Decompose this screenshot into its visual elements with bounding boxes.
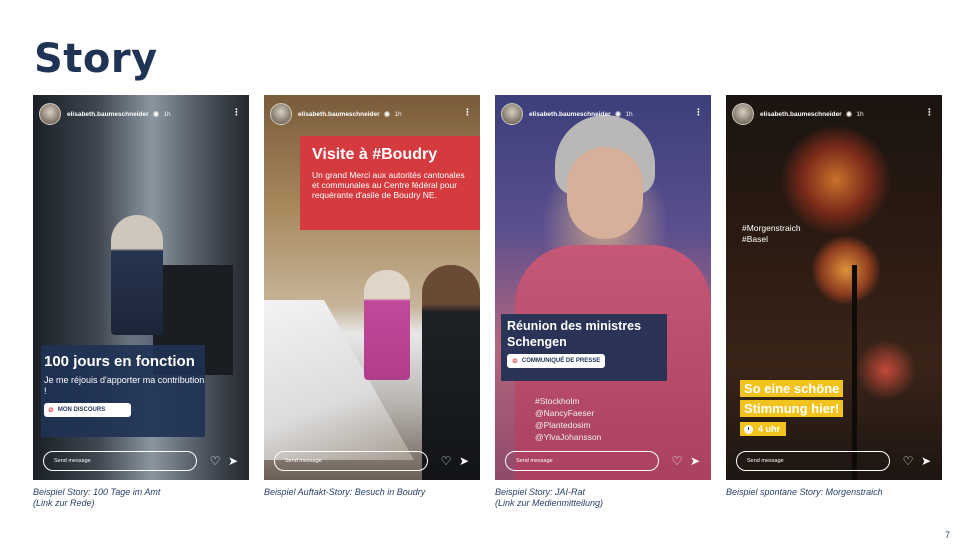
story-headline: So eine schöne Stimmung hier! (740, 380, 844, 417)
story-username[interactable]: elisabeth.baumeschneider (67, 111, 149, 118)
link-icon: ⊘ (48, 407, 54, 414)
verified-badge-icon: ✺ (152, 109, 160, 119)
send-icon[interactable]: ➤ (687, 454, 703, 468)
mention-nancyfaeser[interactable]: @NancyFaeser (535, 407, 601, 419)
hashtag-stockholm[interactable]: #Stockholm (535, 395, 601, 407)
page-title: Story (34, 36, 158, 82)
time-sticker: 4 uhr (740, 422, 787, 436)
link-sticker-label: MON DISCOURS (57, 407, 106, 413)
story-card-100-jours[interactable]: elisabeth.baumeschneider ✺ 1h ⋮ 100 jour… (33, 95, 249, 480)
story-tags: #Stockholm @NancyFaeser @Plantedosim @Yl… (535, 395, 601, 443)
lantern-pole (852, 265, 857, 480)
profile-avatar[interactable] (501, 103, 523, 125)
time-sticker-label: 4 uhr (758, 424, 781, 434)
more-options-icon[interactable]: ⋮ (694, 107, 703, 118)
heart-icon[interactable]: ♡ (669, 454, 685, 468)
story-headline: Visite à #Boudry (312, 146, 438, 163)
story-header: elisabeth.baumeschneider ✺ 1h ⋮ (270, 103, 474, 125)
send-message-placeholder: Send message (285, 458, 322, 464)
story-text-box: Réunion des ministres Schengen ⊘ COMMUNI… (501, 314, 667, 381)
verified-badge-icon: ✺ (614, 109, 622, 119)
story-reply-bar: Send message ♡ ➤ (274, 450, 472, 472)
send-icon[interactable]: ➤ (456, 454, 472, 468)
story-text-box: Visite à #Boudry Un grand Merci aux auto… (300, 136, 480, 230)
more-options-icon[interactable]: ⋮ (925, 107, 934, 118)
story-username[interactable]: elisabeth.baumeschneider (529, 111, 611, 118)
story-text-box: 100 jours en fonction Je me réjouis d'ap… (41, 345, 205, 437)
caption-story-4: Beispiel spontane Story: Morgenstraich (726, 487, 883, 497)
story-header: elisabeth.baumeschneider ✺ 1h ⋮ (39, 103, 243, 125)
profile-avatar[interactable] (270, 103, 292, 125)
send-message-input[interactable]: Send message (43, 451, 197, 471)
heart-icon[interactable]: ♡ (438, 454, 454, 468)
send-message-placeholder: Send message (747, 458, 784, 464)
portrait-face (567, 147, 643, 239)
send-icon[interactable]: ➤ (225, 454, 241, 468)
story-text: Un grand Merci aux autorités cantonales … (312, 170, 465, 200)
page-number: 7 (944, 530, 950, 540)
story-card-morgenstraich[interactable]: elisabeth.baumeschneider ✺ 1h ⋮ #Morgens… (726, 95, 942, 480)
story-time: 1h (625, 110, 633, 118)
caption-story-3: Beispiel Story: JAI-Rat (Link zur Medien… (495, 487, 604, 508)
story-reply-bar: Send message ♡ ➤ (43, 450, 241, 472)
link-sticker-mon-discours[interactable]: ⊘ MON DISCOURS (44, 403, 131, 417)
link-icon: ⊘ (512, 358, 518, 365)
mention-ylvajohansson[interactable]: @YlvaJohansson (535, 431, 601, 443)
send-message-input[interactable]: Send message (736, 451, 890, 471)
story-time: 1h (163, 110, 171, 118)
story-time: 1h (856, 110, 864, 118)
send-icon[interactable]: ➤ (918, 454, 934, 468)
hashtag-morgenstraich[interactable]: #Morgenstraich (742, 223, 801, 234)
heart-icon[interactable]: ♡ (900, 454, 916, 468)
person-dark-suit (422, 265, 480, 480)
story-card-schengen[interactable]: elisabeth.baumeschneider ✺ 1h ⋮ Réunion … (495, 95, 711, 480)
hashtag-basel[interactable]: #Basel (742, 234, 801, 245)
send-message-placeholder: Send message (516, 458, 553, 464)
heart-icon[interactable]: ♡ (207, 454, 223, 468)
caption-story-2: Beispiel Auftakt-Story: Besuch in Boudry (264, 487, 426, 497)
story-tags: #Morgenstraich #Basel (742, 223, 801, 245)
story-header: elisabeth.baumeschneider ✺ 1h ⋮ (732, 103, 936, 125)
link-sticker-communique[interactable]: ⊘ COMMUNIQUÉ DE PRESSE (507, 354, 606, 368)
speaker-figure (111, 215, 163, 335)
clock-icon (744, 424, 753, 434)
more-options-icon[interactable]: ⋮ (232, 107, 241, 118)
story-text-box: So eine schöne Stimmung hier! 4 uhr (740, 379, 866, 439)
story-reply-bar: Send message ♡ ➤ (505, 450, 703, 472)
story-username[interactable]: elisabeth.baumeschneider (760, 111, 842, 118)
story-username[interactable]: elisabeth.baumeschneider (298, 111, 380, 118)
profile-avatar[interactable] (732, 103, 754, 125)
story-time: 1h (394, 110, 402, 118)
verified-badge-icon: ✺ (845, 109, 853, 119)
story-text: Je me réjouis d'apporter ma contribution… (44, 375, 205, 396)
send-message-placeholder: Send message (54, 458, 91, 464)
story-headline: Réunion des ministres Schengen (507, 319, 642, 349)
verified-badge-icon: ✺ (383, 109, 391, 119)
person-pink-jacket (364, 270, 410, 380)
story-reply-bar: Send message ♡ ➤ (736, 450, 934, 472)
link-sticker-label: COMMUNIQUÉ DE PRESSE (521, 358, 601, 364)
more-options-icon[interactable]: ⋮ (463, 107, 472, 118)
send-message-input[interactable]: Send message (505, 451, 659, 471)
profile-avatar[interactable] (39, 103, 61, 125)
mention-plantedosim[interactable]: @Plantedosim (535, 419, 601, 431)
story-header: elisabeth.baumeschneider ✺ 1h ⋮ (501, 103, 705, 125)
story-headline: 100 jours en fonction (44, 353, 195, 370)
caption-story-1: Beispiel Story: 100 Tage im Amt (Link zu… (33, 487, 161, 508)
send-message-input[interactable]: Send message (274, 451, 428, 471)
story-card-boudry[interactable]: elisabeth.baumeschneider ✺ 1h ⋮ Visite à… (264, 95, 480, 480)
